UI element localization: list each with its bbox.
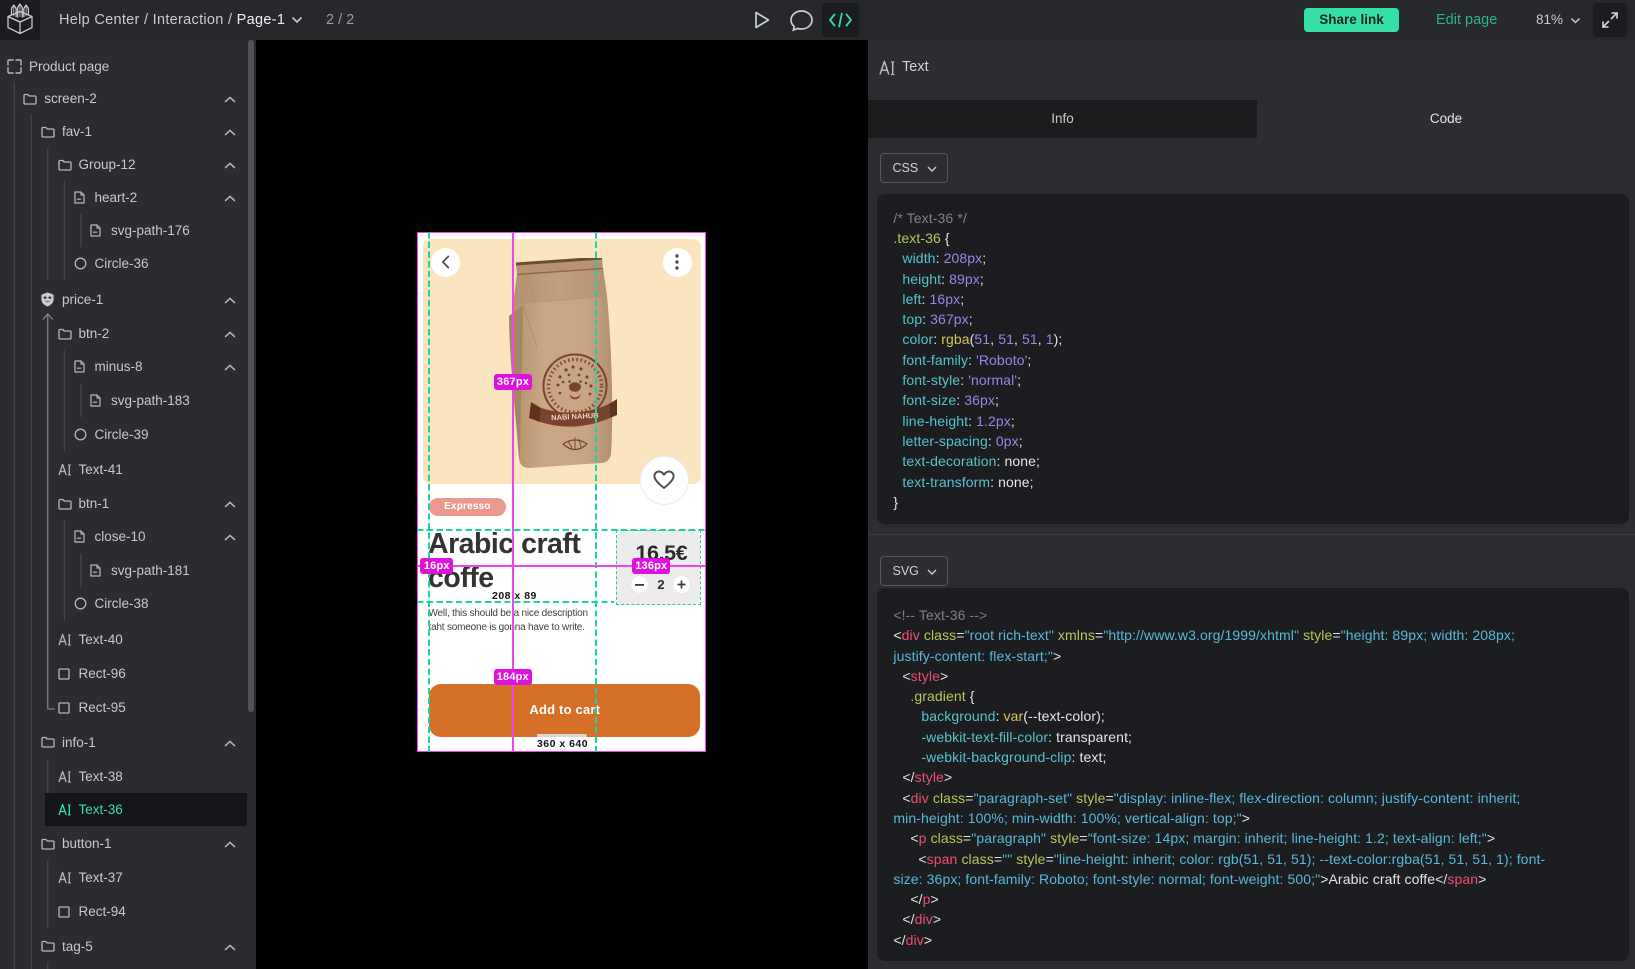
svg-text:····· ····: ····· ···· <box>569 424 581 429</box>
